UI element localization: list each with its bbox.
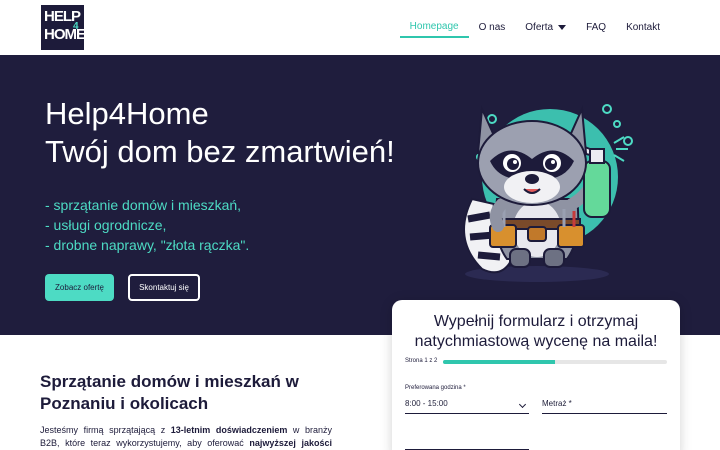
chevron-down-icon (518, 400, 527, 409)
nav-item-kontakt[interactable]: Kontakt (616, 16, 670, 38)
site-header: HELP 4 HOME Homepage O nas Oferta FAQ Ko… (0, 0, 720, 55)
form-title: Wypełnij formularz i otrzymaj natychmias… (414, 313, 658, 350)
form-next-field[interactable] (405, 440, 529, 450)
service-item: - drobne naprawy, "złota rączka". (45, 237, 250, 253)
service-item: - usługi ogrodnicze, (45, 217, 167, 233)
hero-title: Help4Home Twój dom bez zmartwień! (45, 95, 405, 171)
form-progress-bar (443, 360, 667, 364)
section-title: Sprzątanie domów i mieszkań w Poznaniu i… (40, 372, 299, 413)
nav-item-faq[interactable]: FAQ (576, 16, 616, 38)
nav-item-label: Kontakt (626, 21, 660, 33)
see-offer-button[interactable]: Zobacz ofertę (45, 274, 114, 301)
hour-field-label: Preferowana godzina * (405, 385, 466, 391)
hour-select[interactable]: 8:00 - 15:00 (405, 396, 529, 414)
main-nav: Homepage O nas Oferta FAQ Kontakt (399, 16, 670, 38)
form-progress-fill (443, 360, 555, 364)
intro-paragraph: Jesteśmy firmą sprzątającą z 13-letnim d… (40, 424, 332, 450)
nav-item-oferta[interactable]: Oferta (515, 16, 576, 38)
nav-item-label: Oferta (525, 21, 554, 33)
area-input[interactable]: Metraż * (542, 396, 667, 414)
hero-title-line2: Twój dom bez zmartwień! (45, 134, 395, 169)
nav-item-label: Homepage (409, 20, 459, 32)
hero-section: Help4Home Twój dom bez zmartwień! - sprz… (0, 55, 720, 335)
quote-form-card: Wypełnij formularz i otrzymaj natychmias… (392, 300, 680, 450)
intro-text: Jesteśmy firmą sprzątającą z (40, 425, 171, 435)
hour-select-value: 8:00 - 15:00 (405, 399, 448, 408)
hero-title-line1: Help4Home (45, 96, 209, 131)
help4home-logo[interactable]: HELP 4 HOME (41, 5, 86, 50)
area-input-placeholder: Metraż * (542, 399, 572, 408)
nav-item-o-nas[interactable]: O nas (469, 16, 516, 38)
chevron-down-icon (558, 24, 567, 30)
nav-item-label: O nas (478, 21, 506, 33)
contact-button[interactable]: Skontaktuj się (128, 274, 200, 301)
form-step-label: Strona 1 z 2 (405, 358, 438, 364)
services-list: - sprzątanie domów i mieszkań, - usługi … (45, 195, 249, 255)
service-item: - sprzątanie domów i mieszkań, (45, 197, 242, 213)
raccoon-mascot-illustration (463, 104, 633, 282)
nav-item-label: FAQ (586, 21, 607, 33)
intro-highlight: 13-letnim doświadczeniem (170, 425, 288, 435)
nav-item-homepage[interactable]: Homepage (399, 16, 469, 38)
logo-line2: HOME (44, 26, 86, 43)
